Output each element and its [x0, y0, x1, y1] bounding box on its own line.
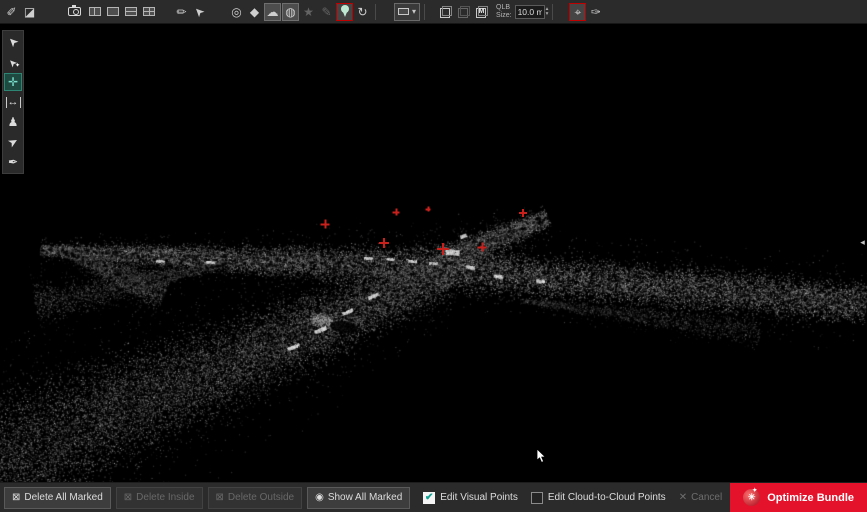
selection-shape-dropdown[interactable]: ▾ — [394, 3, 420, 21]
tag-points-icon[interactable]: ◆ — [246, 3, 263, 21]
edit-visual-points-checkbox[interactable]: ✔ Edit Visual Points — [423, 492, 518, 504]
button-label: Delete All Marked — [24, 492, 102, 503]
draw-polyline-icon[interactable]: ✏ — [173, 3, 190, 21]
rotate-pin-icon[interactable]: ↻ — [354, 3, 371, 21]
star-points-icon: ★ — [300, 3, 317, 21]
pick-cloud-point-icon[interactable]: ⌖ — [569, 3, 586, 21]
move-point-tool-icon[interactable]: ✛ — [4, 73, 22, 91]
checkbox-label: Edit Visual Points — [440, 492, 518, 503]
paint-select-icon[interactable]: ✑ — [587, 3, 604, 21]
paint-brush-tool-icon[interactable]: ✒ — [4, 153, 22, 171]
person-view-tool-icon[interactable]: ♟ — [4, 113, 22, 131]
marked-points-icon: ⊠ — [216, 492, 224, 503]
cancel-label: Cancel — [691, 492, 722, 503]
delete-inside-button: ⊠ Delete Inside — [116, 487, 203, 509]
bottom-right-actions: ✔ Edit Visual Points Edit Cloud-to-Cloud P… — [423, 483, 867, 512]
measure-distance-tool-icon[interactable]: ↔ — [4, 93, 22, 111]
top-toolbar: ✐◪ ✏➤ ◎◆☁◍★✎ ↻ ▾ M QLBSize: ▴▾ ⌖✑ — [0, 0, 867, 24]
marked-points-actions: ⊠ Delete All Marked ⊠ Delete Inside ⊠ Delete … — [4, 487, 415, 509]
qlb-size-spinner[interactable]: ▴▾ — [546, 7, 549, 16]
fly-navigate-tool-icon[interactable]: ➤ — [4, 133, 22, 151]
panel-expand-arrow[interactable]: ◂ — [858, 232, 867, 252]
control-point-pin-icon[interactable] — [336, 3, 353, 21]
point-cloud-icon[interactable]: ◎ — [228, 3, 245, 21]
layout-quad-pane-icon[interactable] — [140, 3, 157, 21]
sphere-display-icon[interactable]: ◍ — [282, 3, 299, 21]
edit-tag-tool-icon[interactable]: ✐ — [3, 3, 20, 21]
qlb-size-label: QLBSize: — [496, 4, 512, 19]
erase-tool-icon[interactable]: ◪ — [21, 3, 38, 21]
control-point-marker[interactable] — [437, 243, 449, 255]
cloud-display-icon[interactable]: ☁ — [264, 3, 281, 21]
cancel-button: ✕ Cancel — [679, 492, 723, 503]
button-label: Delete Inside — [136, 492, 194, 503]
checkbox-unchecked-icon[interactable] — [531, 492, 543, 504]
layout-split-horizontal-icon[interactable] — [122, 3, 139, 21]
optimize-bundle-label: Optimize Bundle — [767, 492, 854, 504]
button-label: Delete Outside — [228, 492, 294, 503]
checkbox-checked-icon[interactable]: ✔ — [423, 492, 435, 504]
button-label: Show All Marked — [328, 492, 402, 503]
control-point-marker[interactable] — [393, 209, 400, 216]
control-point-marker[interactable] — [519, 209, 527, 217]
qlb-size-control: QLBSize: ▴▾ — [496, 4, 548, 19]
marked-points-icon: ◉ — [315, 492, 324, 503]
control-point-marker[interactable] — [379, 238, 389, 248]
edit-points-icon: ✎ — [318, 3, 335, 21]
control-point-marker[interactable] — [321, 220, 330, 229]
marked-points-icon: ⊠ — [12, 492, 20, 503]
edit-cloud-to-cloud-checkbox[interactable]: Edit Cloud-to-Cloud Points — [531, 492, 666, 504]
left-tool-palette: ➤ ➤✦ ✛ ↔ ♟ ➤ ✒ — [2, 30, 24, 174]
layout-single-pane-icon[interactable] — [104, 3, 121, 21]
point-cloud-canvas — [0, 24, 867, 482]
optimize-bundle-button[interactable]: ✳ ✦ Optimize Bundle — [730, 483, 867, 512]
delete-outside-button: ⊠ Delete Outside — [208, 487, 303, 509]
bottom-action-bar: ⊠ Delete All Marked ⊠ Delete Inside ⊠ Delete … — [0, 482, 867, 512]
spark-icon: ✦ — [752, 487, 757, 494]
pick-cursor-icon[interactable]: ➤ — [191, 3, 208, 21]
close-icon: ✕ — [679, 492, 687, 503]
show-all-marked-button[interactable]: ◉ Show All Marked — [307, 487, 410, 509]
qlb-size-input[interactable] — [515, 5, 545, 19]
camera-icon[interactable] — [66, 3, 83, 21]
qlb-cube-icon[interactable] — [437, 3, 454, 21]
marked-points-icon: ⊠ — [124, 492, 132, 503]
select-points-tool-icon[interactable]: ➤✦ — [4, 53, 22, 71]
viewport-3d[interactable]: ◂ — [0, 24, 867, 482]
layout-split-vertical-icon[interactable] — [86, 3, 103, 21]
mouse-cursor — [536, 448, 547, 464]
control-point-marker[interactable] — [426, 207, 431, 212]
select-tool-icon[interactable]: ➤ — [4, 33, 22, 51]
qlb-cube-alt-icon — [455, 3, 472, 21]
delete-all-marked-button[interactable]: ⊠ Delete All Marked — [4, 487, 111, 509]
checkbox-label: Edit Cloud-to-Cloud Points — [548, 492, 666, 503]
control-point-marker[interactable] — [478, 243, 487, 252]
qlb-cube-m-icon[interactable]: M — [473, 3, 490, 21]
